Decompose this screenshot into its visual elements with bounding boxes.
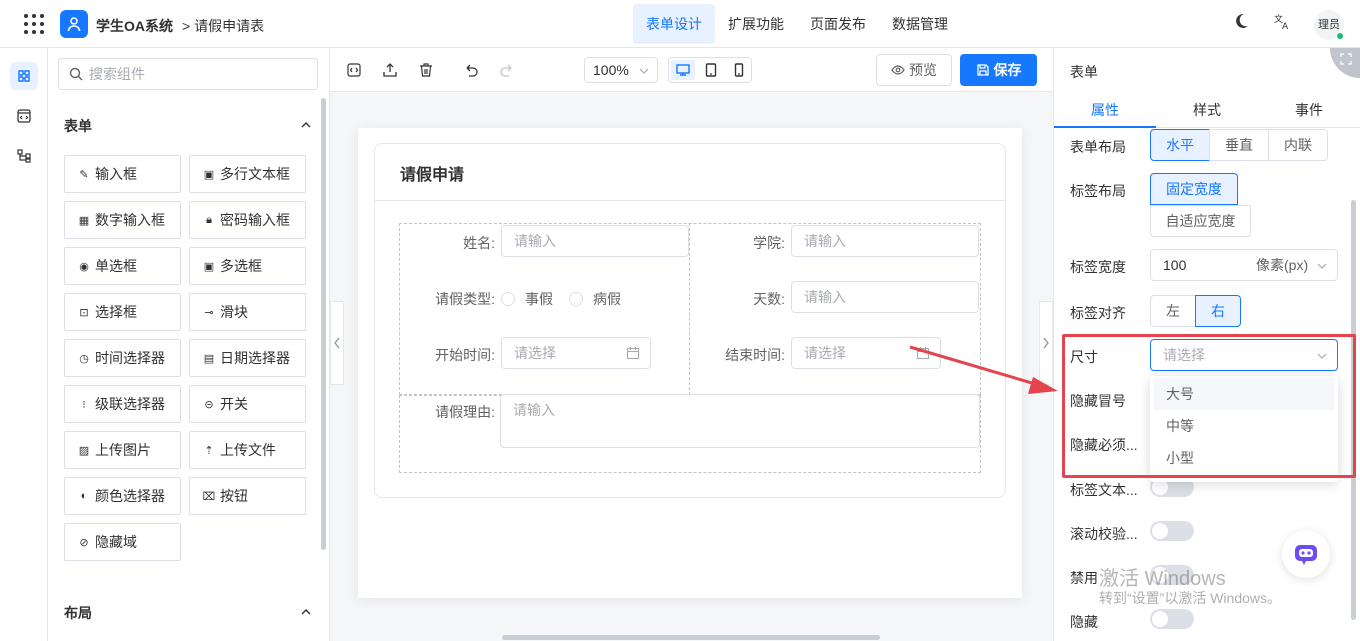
chat-assistant-button[interactable] — [1282, 530, 1330, 578]
windows-activation-watermark: 激活 Windows — [1099, 568, 1226, 590]
annotation-arrow — [909, 345, 1058, 394]
windows-activation-hint: 转到“设置”以激活 Windows。 — [1099, 590, 1282, 606]
robot-icon — [1295, 545, 1317, 565]
